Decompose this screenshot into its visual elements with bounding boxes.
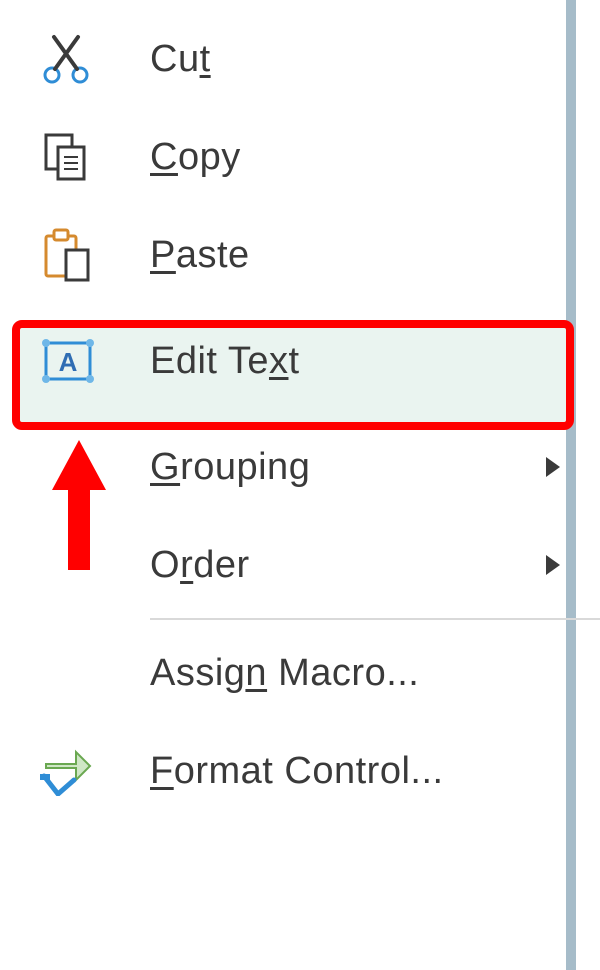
svg-text:A: A (59, 347, 78, 377)
format-control-icon (40, 741, 110, 801)
menu-item-format-control[interactable]: Format Control... (0, 722, 600, 820)
context-menu: Cut Copy Paste (0, 0, 600, 820)
menu-separator (150, 618, 600, 620)
menu-item-edit-text[interactable]: A Edit Text (0, 312, 600, 410)
menu-label-assign-macro: Assign Macro... (150, 652, 419, 695)
menu-item-cut[interactable]: Cut (0, 10, 600, 108)
menu-item-copy[interactable]: Copy (0, 108, 600, 206)
menu-label-grouping: Grouping (150, 446, 310, 489)
menu-label-order: Order (150, 544, 250, 587)
annotation-arrow (52, 440, 106, 570)
menu-label-edit-text: Edit Text (150, 340, 300, 383)
menu-label-cut: Cut (150, 38, 211, 81)
assign-macro-icon (40, 643, 110, 703)
menu-item-paste[interactable]: Paste (0, 206, 600, 304)
menu-item-assign-macro[interactable]: Assign Macro... (0, 624, 600, 722)
edit-text-icon: A (40, 331, 110, 391)
copy-icon (40, 127, 110, 187)
menu-label-copy: Copy (150, 136, 241, 179)
menu-label-format-control: Format Control... (150, 750, 444, 793)
submenu-arrow-icon (546, 555, 560, 575)
paste-icon (40, 225, 110, 285)
submenu-arrow-icon (546, 457, 560, 477)
menu-label-paste: Paste (150, 234, 250, 277)
cut-icon (40, 29, 110, 89)
